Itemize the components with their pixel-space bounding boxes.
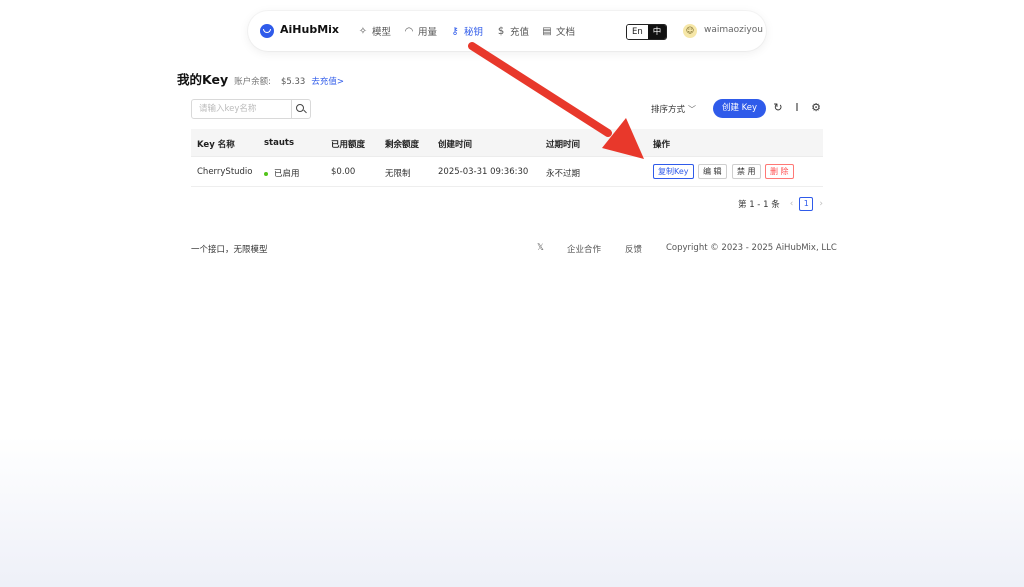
key-name-cell: CherryStudio xyxy=(197,167,253,177)
nav-item-label: 充值 xyxy=(510,27,530,38)
lang-en-option[interactable]: En xyxy=(627,25,648,39)
footer-slogan: 一个接口，无限模型 xyxy=(191,245,268,255)
settings-gear-icon[interactable]: ⚙ xyxy=(810,102,822,114)
expires-time-cell: 永不过期 xyxy=(546,169,581,179)
page-title: 我的Key xyxy=(177,72,229,87)
document-icon: ▤ xyxy=(542,25,552,37)
status-text: 已启用 xyxy=(274,169,300,179)
nav-item-usage[interactable]: ◠ 用量 xyxy=(404,24,438,39)
status-cell: 已启用 xyxy=(264,167,300,179)
user-avatar[interactable]: ☺ xyxy=(683,24,697,38)
column-header-actions: 操作 xyxy=(653,140,671,150)
search-input[interactable] xyxy=(192,100,291,118)
x-social-icon[interactable]: 𝕏 xyxy=(537,243,544,253)
aihubmix-logo-icon[interactable] xyxy=(260,24,274,38)
footer-copyright: Copyright © 2023 - 2025 AiHubMix, LLC xyxy=(666,243,837,253)
column-header-remaining: 剩余额度 xyxy=(385,140,420,150)
username[interactable]: waimaoziyou xyxy=(704,25,763,35)
page-background-gradient xyxy=(0,437,1024,587)
key-search xyxy=(191,99,311,119)
status-dot-icon xyxy=(264,171,268,176)
table-row: CherryStudio 已启用 $0.00 无限制 2025-03-31 09… xyxy=(191,157,823,187)
top-navigation-bar: AiHubMix ✧ 模型 ◠ 用量 ⚷ 秘钥 $ 充值 ▤ 文档 En 中 ☺… xyxy=(248,11,766,51)
used-quota-cell: $0.00 xyxy=(331,167,356,177)
pagination-summary: 第 1 - 1 条 xyxy=(738,200,780,210)
nav-item-docs[interactable]: ▤ 文档 xyxy=(542,24,576,39)
refresh-icon[interactable]: ↻ xyxy=(772,102,784,114)
lang-zh-option[interactable]: 中 xyxy=(647,25,667,39)
column-height-icon[interactable]: Ι xyxy=(791,102,803,114)
edit-key-button[interactable]: 编 辑 xyxy=(698,164,727,179)
coin-icon: $ xyxy=(497,25,505,37)
nav-item-keys[interactable]: ⚷ 秘钥 xyxy=(450,24,484,39)
balance-value: $5.33 xyxy=(280,77,306,87)
column-header-status: stauts xyxy=(264,138,295,148)
sparkle-icon: ✧ xyxy=(358,25,368,37)
nav-item-label: 文档 xyxy=(556,27,576,38)
chevron-left-icon[interactable]: ‹ xyxy=(790,199,794,209)
created-time-cell: 2025-03-31 09:36:30 xyxy=(438,167,529,177)
nav-item-label: 模型 xyxy=(372,27,392,38)
balance-label: 账户余额: xyxy=(234,77,271,87)
chevron-down-icon: ﹀ xyxy=(688,105,697,114)
chevron-right-icon[interactable]: › xyxy=(819,199,823,209)
pagination: 第 1 - 1 条 ‹ 1 › xyxy=(738,197,823,211)
key-icon: ⚷ xyxy=(451,25,459,37)
create-key-button[interactable]: 创建 Key xyxy=(713,99,766,118)
delete-key-button[interactable]: 删 除 xyxy=(765,164,794,179)
nav-item-models[interactable]: ✧ 模型 xyxy=(358,24,392,39)
keys-table: Key 名称 stauts 已用额度 剩余额度 创建时间 过期时间 操作 Che… xyxy=(191,129,823,187)
sort-dropdown[interactable]: 排序方式 ﹀ xyxy=(651,103,696,115)
sort-label: 排序方式 xyxy=(651,105,686,115)
footer-feedback-link[interactable]: 反馈 xyxy=(625,243,642,255)
annotation-arrow-shaft xyxy=(468,42,612,137)
column-header-name: Key 名称 xyxy=(197,140,235,150)
pagination-page-current[interactable]: 1 xyxy=(799,197,814,211)
footer-business-link[interactable]: 企业合作 xyxy=(567,243,601,255)
language-toggle[interactable]: En 中 xyxy=(626,24,668,40)
nav-item-label: 用量 xyxy=(418,27,438,38)
gauge-icon: ◠ xyxy=(404,25,414,37)
remaining-quota-cell: 无限制 xyxy=(385,169,411,179)
nav-item-recharge[interactable]: $ 充值 xyxy=(496,24,530,39)
search-icon xyxy=(296,104,304,112)
search-button[interactable] xyxy=(291,100,310,118)
column-header-created: 创建时间 xyxy=(438,140,473,150)
brand-name[interactable]: AiHubMix xyxy=(280,23,339,36)
column-header-expires: 过期时间 xyxy=(546,140,581,150)
page-heading: 我的Key 账户余额: $5.33 去充值> xyxy=(177,69,344,88)
table-header-row: Key 名称 stauts 已用额度 剩余额度 创建时间 过期时间 操作 xyxy=(191,129,823,157)
disable-key-button[interactable]: 禁 用 xyxy=(732,164,761,179)
recharge-link[interactable]: 去充值> xyxy=(311,75,344,87)
column-header-used: 已用额度 xyxy=(331,140,366,150)
nav-item-label: 秘钥 xyxy=(464,27,484,38)
copy-key-button[interactable]: 复制Key xyxy=(653,164,694,179)
